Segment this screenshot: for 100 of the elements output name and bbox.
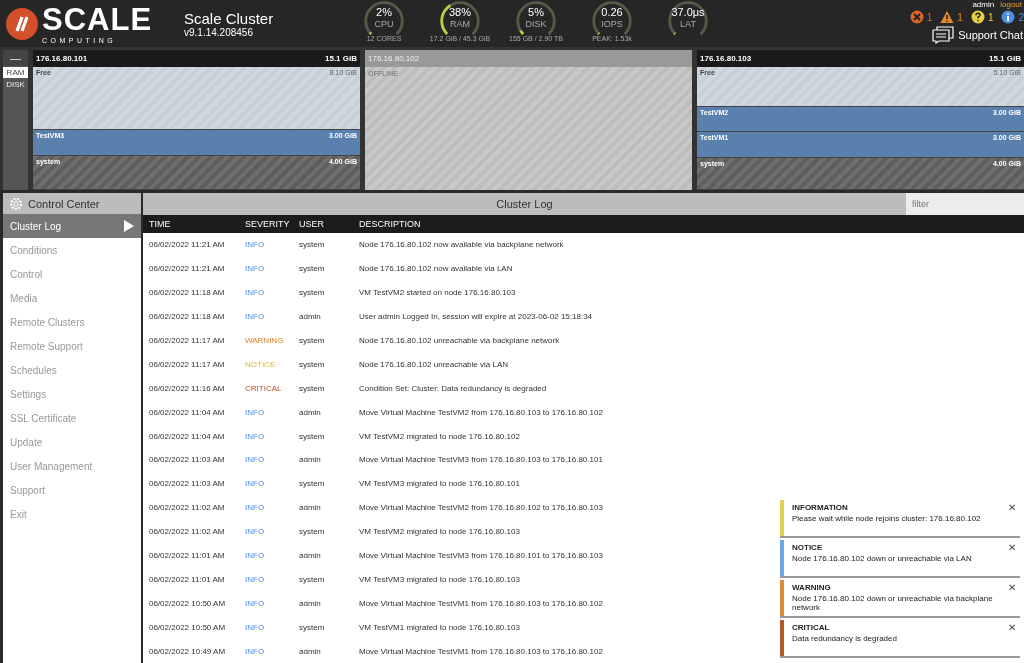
alert-count: 1 bbox=[957, 11, 963, 23]
table-cell-text: system bbox=[298, 359, 326, 369]
sidebar-item[interactable]: SSL Certificate bbox=[3, 406, 141, 430]
severity-label: NOTICE bbox=[244, 359, 277, 369]
table-cell-text: Node 176.16.80.102 unreachable via backplane network bbox=[358, 335, 560, 345]
table-cell-text: Move Virtual Machine TestVM2 from 176.16.80.103 to 176.16.80.102 bbox=[358, 407, 603, 417]
logo-icon bbox=[6, 7, 38, 40]
sidebar-item[interactable]: Conditions bbox=[3, 238, 141, 262]
table-cell-text: 06/02/2022 11:01 AM bbox=[148, 551, 226, 560]
node-total: 15.1 GiB bbox=[989, 54, 1021, 63]
caret-icon bbox=[124, 220, 134, 232]
table-cell-text: system bbox=[298, 335, 326, 345]
table-cell-text: admin bbox=[298, 551, 322, 560]
gear-icon bbox=[9, 196, 23, 211]
gauge-label: IOPS bbox=[601, 19, 623, 30]
notification-message: Node 176.16.80.102 down or unreachable via LAN bbox=[792, 554, 973, 563]
resource-toggle[interactable]: RAM bbox=[3, 67, 28, 78]
sidebar-item[interactable]: Control bbox=[3, 262, 141, 286]
close-button[interactable]: ✕ bbox=[1004, 620, 1020, 635]
node-total: 15.1 GiB bbox=[325, 54, 357, 63]
table-cell-text: Move Virtual Machine TestVM2 from 176.16.80.102 to 176.16.80.103 bbox=[358, 503, 603, 513]
table-cell-text: VM TestVM1 migrated to node 176.16.80.103 bbox=[358, 622, 520, 632]
sidebar-item[interactable]: Settings bbox=[3, 382, 141, 406]
table-cell-text: system bbox=[298, 288, 326, 298]
table-cell-text: 06/02/2022 11:03 AM bbox=[148, 455, 226, 465]
severity-label: INFO bbox=[244, 455, 266, 465]
table-cell-text: 06/02/2022 11:02 AM bbox=[148, 527, 226, 537]
gauge-label: RAM bbox=[450, 19, 470, 30]
table-cell-text: system bbox=[298, 622, 326, 632]
logout-link[interactable]: logout bbox=[1000, 0, 1022, 9]
cluster-title: Scale Cluster bbox=[184, 9, 275, 27]
table-cell-text: 06/02/2022 11:18 AM bbox=[148, 288, 226, 298]
table-cell-text: system bbox=[298, 383, 326, 393]
sidebar-item[interactable]: Cluster Log bbox=[3, 214, 141, 238]
sidebar-item[interactable]: Remote Clusters bbox=[3, 310, 141, 334]
question-icon[interactable] bbox=[970, 10, 985, 24]
sidebar-item[interactable]: Remote Support bbox=[3, 334, 141, 358]
table-cell-text: 06/02/2022 11:02 AM bbox=[148, 503, 226, 513]
table-cell-text: Condition Set: Cluster: Data redundancy is degraded bbox=[358, 383, 547, 393]
gauge-label: CPU bbox=[374, 19, 394, 30]
error-icon[interactable] bbox=[909, 10, 924, 24]
table-cell-text: system bbox=[298, 431, 326, 441]
support-chat-button[interactable]: Support Chat bbox=[931, 26, 1024, 44]
log-title: Cluster Log bbox=[495, 198, 554, 210]
close-button[interactable]: ✕ bbox=[1004, 500, 1020, 515]
table-cell-text: Move Virtual Machine TestVM3 from 176.16.80.101 to 176.16.80.103 bbox=[358, 551, 603, 560]
severity-label: INFO bbox=[244, 646, 266, 656]
table-cell-text: Node 176.16.80.102 now available via backplane network bbox=[358, 240, 564, 250]
sidebar-item[interactable]: User Management bbox=[3, 454, 141, 478]
table-cell-text: 06/02/2022 11:21 AM bbox=[148, 264, 226, 274]
sidebar-item[interactable]: Support bbox=[3, 478, 141, 502]
notification-message: Please wait while node rejoins cluster: 176.16.80.102 bbox=[792, 514, 982, 523]
severity-label: INFO bbox=[244, 479, 266, 489]
node-ip: 176.16.80.102 bbox=[368, 54, 420, 63]
table-cell-text: 06/02/2022 11:04 AM bbox=[148, 431, 226, 441]
gauge-label: LAT bbox=[680, 19, 696, 30]
sidebar-item[interactable]: Exit bbox=[3, 502, 141, 526]
notification-title: NOTICE bbox=[792, 543, 824, 552]
table-cell-text: Node 176.16.80.102 unreachable via LAN bbox=[358, 359, 508, 369]
severity-label: CRITICAL bbox=[244, 383, 283, 393]
table-cell-text: 06/02/2022 10:50 AM bbox=[148, 598, 227, 608]
node-ip: 176.16.80.103 bbox=[700, 54, 752, 63]
table-cell-text: VM TestVM2 migrated to node 176.16.80.102 bbox=[358, 431, 520, 441]
close-button[interactable]: ✕ bbox=[1004, 540, 1020, 555]
sidebar-item[interactable]: Media bbox=[3, 286, 141, 310]
severity-label: INFO bbox=[244, 312, 266, 322]
severity-label: WARNING bbox=[244, 335, 285, 345]
severity-label: INFO bbox=[244, 527, 266, 537]
column-header: USER bbox=[298, 219, 325, 229]
info-icon[interactable] bbox=[1001, 10, 1016, 24]
severity-label: INFO bbox=[244, 288, 266, 298]
table-cell-text: 06/02/2022 11:01 AM bbox=[148, 574, 226, 584]
table-cell-text: User admin Logged In, session will expire at 2023-06-02 15:18:34 bbox=[358, 312, 593, 322]
column-header: DESCRIPTION bbox=[358, 219, 421, 229]
notification-title: INFORMATION bbox=[792, 503, 849, 512]
resource-toggle[interactable]: DISK bbox=[3, 79, 28, 90]
gauge-value: 2% bbox=[376, 6, 392, 19]
sidebar-title: Control Center bbox=[28, 197, 100, 210]
gauge-value: 38% bbox=[449, 6, 471, 19]
close-button[interactable]: ✕ bbox=[1004, 580, 1020, 595]
alert-count: 2 bbox=[1018, 11, 1024, 23]
filter-field[interactable]: filter bbox=[906, 193, 1024, 215]
notification-message: Node 176.16.80.102 down or unreachable via backplane network bbox=[792, 594, 994, 612]
notification-title: CRITICAL bbox=[792, 623, 831, 632]
table-cell-text: 06/02/2022 11:16 AM bbox=[148, 383, 226, 393]
collapse-button[interactable]: — bbox=[3, 50, 28, 66]
severity-label: INFO bbox=[244, 431, 266, 441]
sidebar-item[interactable]: Schedules bbox=[3, 358, 141, 382]
column-header: SEVERITY bbox=[244, 219, 291, 229]
table-cell-text: system bbox=[298, 264, 326, 274]
table-cell-text: admin bbox=[298, 503, 322, 513]
table-cell-text: Move Virtual Machine TestVM3 from 176.16.80.103 to 176.16.80.101 bbox=[358, 455, 603, 465]
severity-label: INFO bbox=[244, 598, 266, 608]
warning-icon[interactable] bbox=[940, 10, 955, 24]
user-name: admin bbox=[972, 0, 995, 9]
table-cell-text: system bbox=[298, 240, 326, 250]
gauge-label: DISK bbox=[525, 19, 547, 30]
sidebar-item[interactable]: Update bbox=[3, 430, 141, 454]
gauge-value: 5% bbox=[528, 6, 544, 19]
table-cell-text: 06/02/2022 11:17 AM bbox=[148, 335, 226, 345]
